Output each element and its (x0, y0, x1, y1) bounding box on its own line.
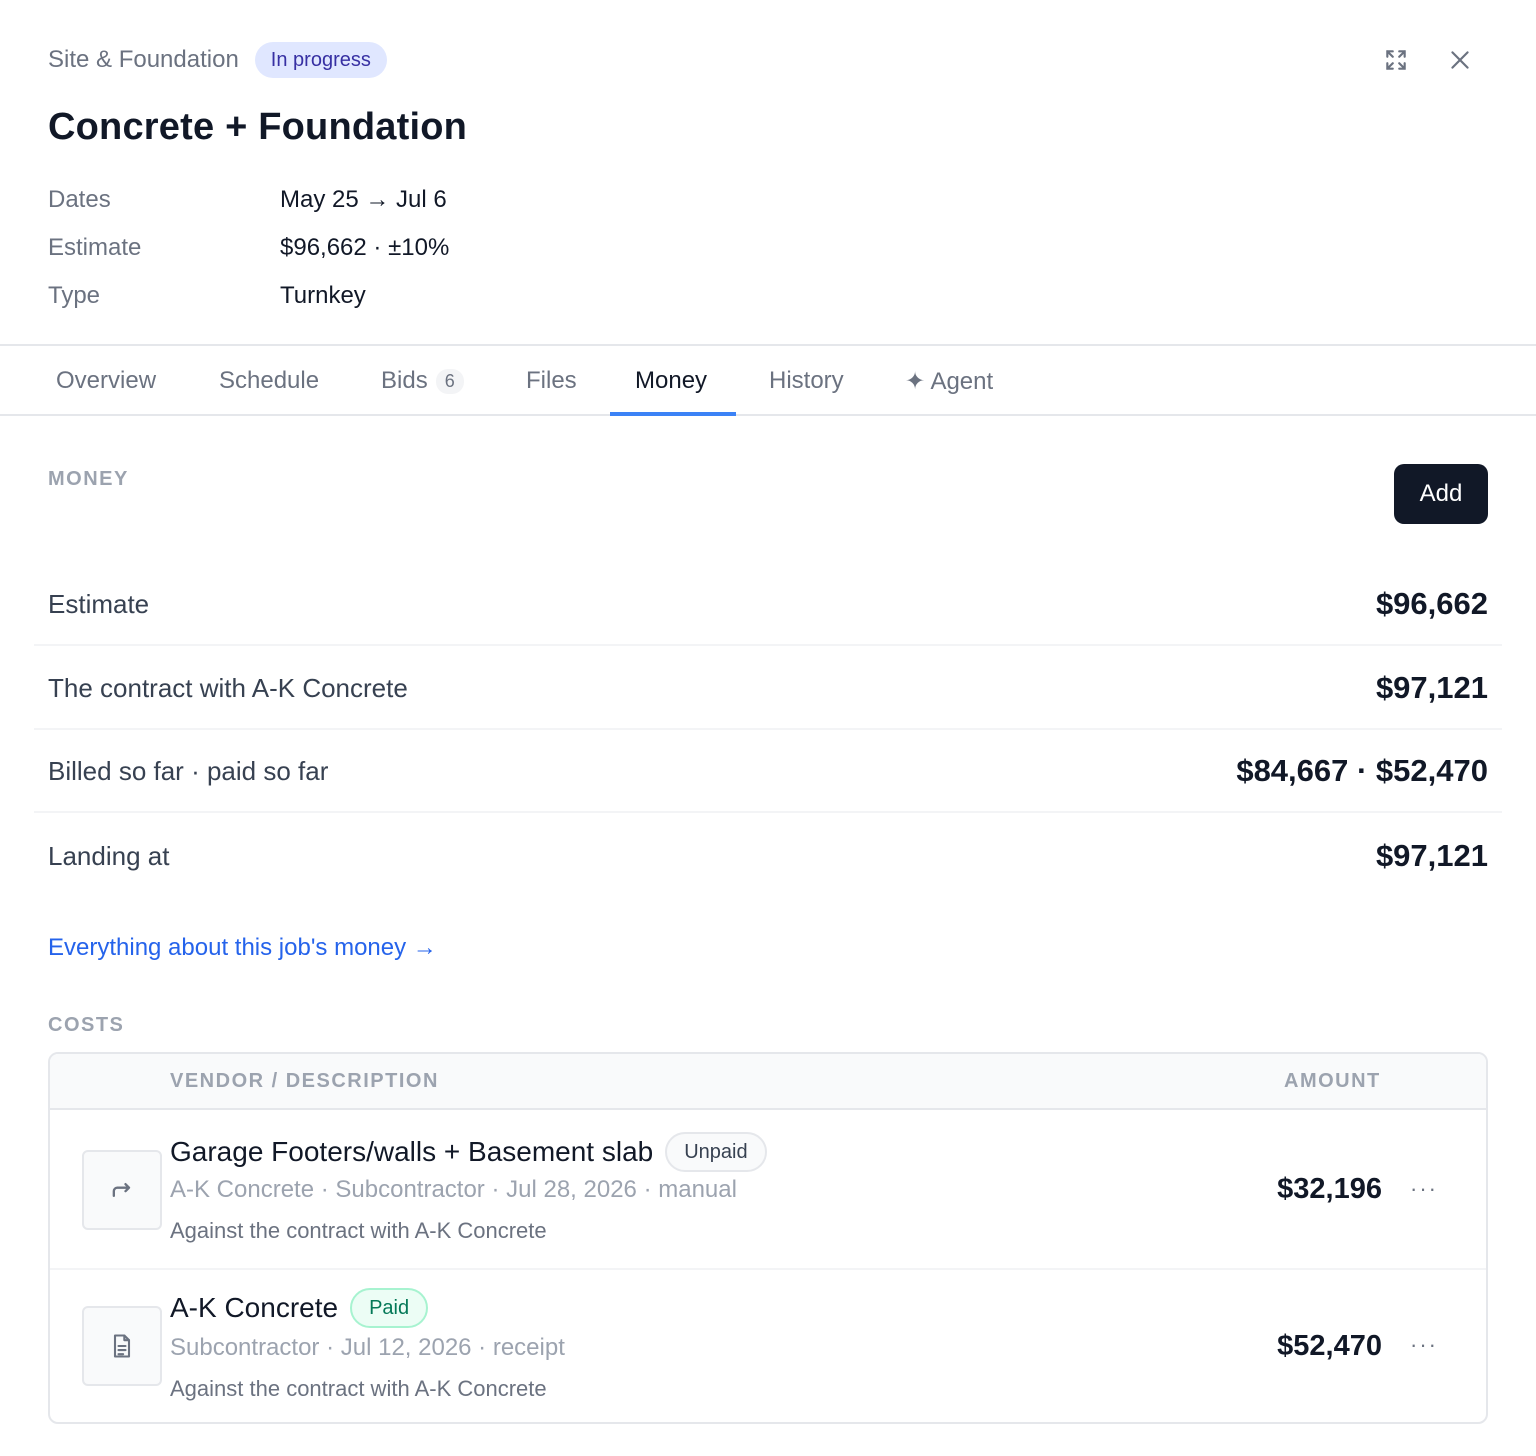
tab-bids-label: Bids (381, 367, 428, 394)
money-row-landing: Landing at $97,121 (34, 815, 1502, 897)
costs-table-header: VENDOR / DESCRIPTION AMOUNT (50, 1054, 1486, 1110)
forward-arrow-icon (82, 1150, 162, 1230)
meta-row-dates: Dates May 25 → Jul 6 (48, 182, 748, 218)
money-label: The contract with A-K Concrete (48, 672, 408, 703)
meta-value[interactable]: $96,662 · ±10% (280, 234, 449, 262)
document-icon (82, 1306, 162, 1386)
add-button[interactable]: Add (1394, 464, 1488, 524)
status-badge: In progress (254, 42, 387, 78)
cost-title: A-K Concrete (170, 1292, 339, 1323)
breadcrumb-phase[interactable]: Site & Foundation (48, 46, 239, 74)
cost-subtitle: A-K Concrete · Subcontractor · Jul 28, 2… (170, 1176, 737, 1203)
meta-value[interactable]: Turnkey (280, 282, 366, 310)
page-title: Concrete + Foundation (48, 106, 468, 148)
meta-row-estimate: Estimate $96,662 · ±10% (48, 230, 748, 266)
unpaid-badge: Unpaid (665, 1132, 767, 1172)
money-value: $84,667 · $52,470 (1236, 753, 1488, 788)
table-row[interactable]: Garage Footers/walls + Basement slab Unp… (50, 1112, 1486, 1270)
tab-files[interactable]: Files (526, 346, 577, 416)
tab-bids[interactable]: Bids 6 (381, 346, 464, 416)
cost-subtitle: Subcontractor · Jul 12, 2026 · receipt (170, 1334, 565, 1361)
cost-note: Against the contract with A-K Concrete (170, 1376, 547, 1401)
money-label: Estimate (48, 588, 150, 619)
cost-note: Against the contract with A-K Concrete (170, 1218, 547, 1243)
column-header-vendor[interactable]: VENDOR / DESCRIPTION (170, 1070, 439, 1093)
breadcrumb: Site & Foundation In progress (48, 42, 387, 78)
close-icon (1451, 51, 1469, 69)
more-options-button[interactable]: ··· (1404, 1174, 1444, 1204)
paid-badge: Paid (350, 1288, 429, 1328)
meta-label: Type (48, 282, 101, 309)
job-money-link[interactable]: Everything about this job's money → (48, 934, 437, 962)
money-section-label: MONEY (48, 468, 129, 490)
bids-count-badge: 6 (435, 368, 464, 394)
tab-bar: Overview Schedule Bids 6 Files Money His… (0, 344, 1536, 416)
money-label: Billed so far · paid so far (48, 755, 329, 786)
table-row[interactable]: A-K Concrete Paid Subcontractor · Jul 12… (50, 1270, 1486, 1422)
costs-section-label: COSTS (48, 1014, 125, 1036)
money-value: $97,121 (1375, 670, 1488, 705)
money-value: $97,121 (1375, 838, 1488, 873)
more-options-button[interactable]: ··· (1404, 1330, 1444, 1360)
meta-value[interactable]: May 25 → Jul 6 (280, 186, 447, 214)
money-row-contract: The contract with A-K Concrete $97,121 (34, 648, 1502, 730)
row-title-line: A-K Concrete Paid (170, 1288, 429, 1328)
close-button[interactable] (1440, 40, 1480, 80)
cost-amount: $52,470 (1277, 1330, 1382, 1362)
cost-amount: $32,196 (1277, 1173, 1382, 1205)
detail-header: Site & Foundation In progress Concrete +… (0, 0, 1536, 345)
ellipsis-icon: ··· (1410, 1332, 1438, 1357)
meta-row-type: Type Turnkey (48, 278, 748, 314)
row-title-line: Garage Footers/walls + Basement slab Unp… (170, 1132, 767, 1172)
costs-table: VENDOR / DESCRIPTION AMOUNT Garage Foote… (48, 1052, 1488, 1424)
ellipsis-icon: ··· (1410, 1176, 1438, 1201)
tab-schedule[interactable]: Schedule (219, 346, 319, 416)
meta-label: Estimate (48, 234, 142, 261)
tab-history[interactable]: History (769, 346, 844, 416)
tab-overview[interactable]: Overview (56, 346, 156, 416)
money-value: $96,662 (1375, 586, 1488, 621)
expand-button[interactable] (1376, 40, 1416, 80)
expand-icon (1386, 50, 1406, 70)
tab-agent[interactable]: ✦ Agent (905, 346, 993, 416)
money-row-billed-paid: Billed so far · paid so far $84,667 · $5… (34, 731, 1502, 813)
meta-label: Dates (48, 186, 111, 213)
money-row-estimate: Estimate $96,662 (34, 564, 1502, 646)
tab-money[interactable]: Money (635, 346, 707, 416)
column-header-amount[interactable]: AMOUNT (1284, 1070, 1381, 1093)
money-label: Landing at (48, 840, 170, 871)
cost-title: Garage Footers/walls + Basement slab (170, 1136, 654, 1167)
active-tab-indicator (610, 412, 736, 416)
